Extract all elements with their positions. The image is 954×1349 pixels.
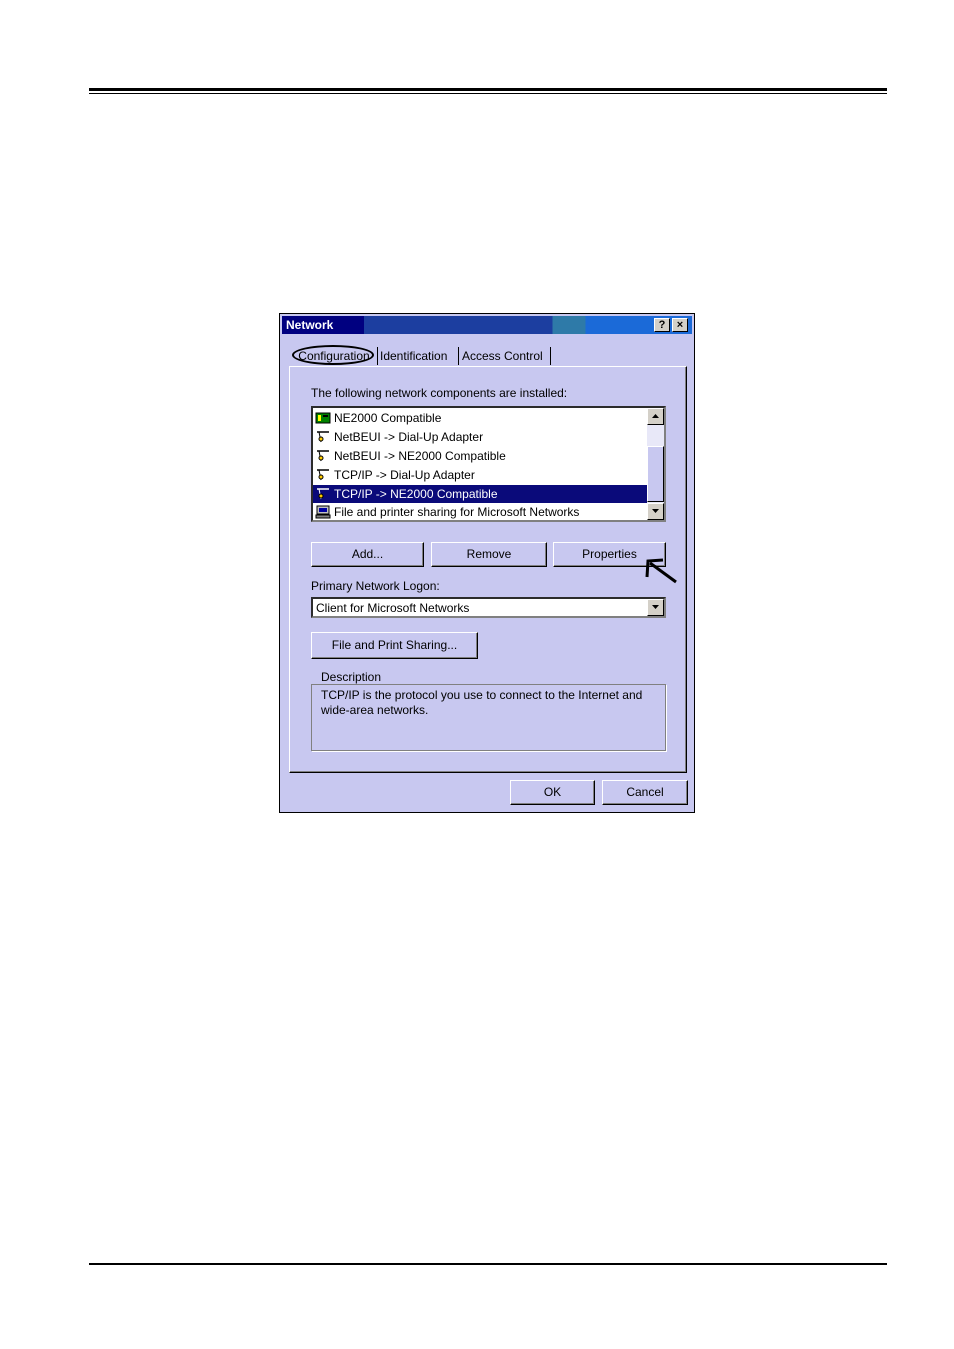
description-text: TCP/IP is the protocol you use to connec… — [321, 688, 643, 717]
list-item-label: TCP/IP -> Dial-Up Adapter — [334, 468, 475, 482]
tab-divider — [550, 347, 551, 365]
tab-identification[interactable]: Identification — [380, 346, 447, 366]
scroll-thumb[interactable] — [647, 446, 664, 502]
dialog-title: Network — [286, 318, 334, 332]
scroll-up-button[interactable] — [647, 408, 664, 425]
list-item-label: NetBEUI -> Dial-Up Adapter — [334, 430, 484, 444]
add-button[interactable]: Add... — [311, 542, 424, 567]
list-item-label: NE2000 Compatible — [334, 411, 442, 425]
list-item-label: TCP/IP -> NE2000 Compatible — [334, 487, 498, 501]
help-button[interactable]: ? — [654, 318, 670, 332]
logon-label: Primary Network Logon: — [311, 579, 440, 593]
tab-label: Identification — [380, 349, 448, 363]
logon-value: Client for Microsoft Networks — [316, 601, 470, 615]
chevron-down-icon — [652, 605, 659, 609]
protocol-icon — [317, 488, 329, 500]
components-label: The following network components are ins… — [311, 386, 568, 400]
list-item-selected[interactable]: TCP/IP -> NE2000 Compatible — [313, 485, 647, 503]
tab-access-control[interactable]: Access Control — [462, 346, 543, 366]
list-item[interactable]: TCP/IP -> Dial-Up Adapter — [313, 466, 647, 484]
close-button[interactable]: × — [672, 318, 688, 332]
list-item[interactable]: File and printer sharing for Microsoft N… — [313, 503, 647, 520]
pointer-arrow-icon — [645, 558, 677, 584]
protocol-icon — [317, 431, 329, 443]
components-list[interactable]: NE2000 Compatible NetBEUI -> Dial-Up Ada… — [311, 406, 666, 522]
primary-logon-select[interactable]: Client for Microsoft Networks — [311, 597, 666, 618]
protocol-icon — [317, 450, 329, 462]
remove-button[interactable]: Remove — [431, 542, 547, 567]
list-item-label: NetBEUI -> NE2000 Compatible — [334, 449, 506, 463]
cancel-button[interactable]: Cancel — [602, 780, 688, 805]
tab-divider — [377, 347, 378, 365]
title-bar[interactable]: Network ? × — [282, 316, 692, 334]
components-scrollbar[interactable] — [647, 408, 664, 520]
network-dialog: Network ? × Configuration Identification… — [279, 313, 695, 813]
top-rule-thin — [89, 93, 887, 94]
description-legend: Description — [319, 670, 384, 684]
tab-label: Access Control — [462, 349, 543, 363]
ok-button[interactable]: OK — [510, 780, 595, 805]
list-item[interactable]: NetBEUI -> Dial-Up Adapter — [313, 428, 647, 446]
protocol-icon — [317, 469, 329, 481]
tab-configuration[interactable]: Configuration — [292, 345, 376, 366]
list-item[interactable]: NE2000 Compatible — [313, 409, 647, 427]
service-icon — [315, 505, 331, 519]
down-arrow-icon — [652, 509, 659, 513]
list-item-label: File and printer sharing for Microsoft N… — [334, 505, 580, 519]
highlight-oval — [292, 345, 374, 365]
network-card-icon — [315, 412, 331, 424]
top-rule — [89, 88, 887, 91]
up-arrow-icon — [652, 414, 659, 418]
bottom-rule — [89, 1263, 887, 1265]
list-item[interactable]: NetBEUI -> NE2000 Compatible — [313, 447, 647, 465]
tab-divider — [458, 347, 459, 365]
scroll-down-button[interactable] — [647, 503, 664, 520]
dropdown-button[interactable] — [647, 599, 664, 616]
file-print-sharing-button[interactable]: File and Print Sharing... — [311, 632, 478, 659]
